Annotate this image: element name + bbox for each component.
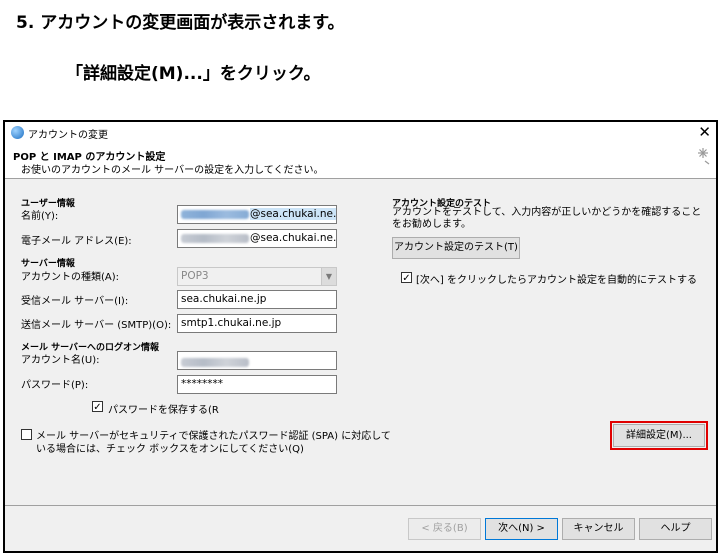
header-divider	[5, 178, 716, 179]
close-icon[interactable]: ✕	[698, 122, 711, 142]
auto-test-label: [次へ] をクリックしたらアカウント設定を自動的にテストする	[416, 275, 697, 286]
email-input[interactable]: @sea.chukai.ne.jp	[177, 229, 337, 248]
name-label: 名前(Y):	[21, 211, 59, 222]
spa-label-line2: いる場合には、チェック ボックスをオンにしてください(Q)	[36, 444, 304, 455]
save-password-checkbox[interactable]: ✓	[92, 401, 103, 413]
name-value: @sea.chukai.ne.jp	[250, 208, 336, 220]
incoming-server-input[interactable]: sea.chukai.ne.jp	[177, 290, 337, 309]
outgoing-server-label: 送信メール サーバー (SMTP)(O):	[21, 320, 172, 331]
incoming-server-label: 受信メール サーバー(I):	[21, 296, 129, 307]
redacted-username	[181, 233, 249, 243]
account-name-input[interactable]	[177, 351, 337, 370]
account-type-value: POP3	[181, 270, 209, 282]
header-subtitle: お使いのアカウントのメール サーバーの設定を入力してください。	[21, 165, 324, 176]
checkmark-icon: ✓	[402, 273, 411, 284]
account-type-label: アカウントの種類(A):	[21, 272, 120, 283]
account-name-label: アカウント名(U):	[21, 355, 100, 366]
help-button[interactable]: ヘルプ	[639, 518, 712, 540]
instruction-text: 「詳細設定(M)...」をクリック。	[66, 64, 321, 84]
email-label: 電子メール アドレス(E):	[21, 236, 132, 247]
back-button: < 戻る(B)	[408, 518, 481, 540]
password-label: パスワード(P):	[21, 380, 89, 391]
email-value: @sea.chukai.ne.jp	[250, 232, 337, 244]
test-account-button[interactable]: アカウント設定のテスト(T)	[392, 237, 520, 259]
dialog-header: POP と IMAP のアカウント設定 お使いのアカウントのメール サーバーの設…	[5, 144, 716, 178]
sparkle-icon	[698, 148, 710, 165]
checkmark-icon: ✓	[93, 402, 102, 413]
redacted-account-name	[181, 357, 249, 367]
highlight-box	[610, 421, 708, 450]
save-password-label: パスワードを保存する(R	[108, 405, 219, 416]
outgoing-server-input[interactable]: smtp1.chukai.ne.jp	[177, 314, 337, 333]
test-description: アカウントをテストして、入力内容が正しいかどうかを確認することをお勧めします。	[392, 207, 702, 230]
cancel-button[interactable]: キャンセル	[562, 518, 635, 540]
auto-test-checkbox[interactable]: ✓	[401, 272, 412, 284]
footer-divider	[5, 505, 716, 506]
account-change-dialog: アカウントの変更 ✕ POP と IMAP のアカウント設定 お使いのアカウント…	[3, 120, 718, 553]
redacted-username	[181, 209, 249, 219]
password-input[interactable]: ********	[177, 375, 337, 394]
spa-checkbox[interactable]	[21, 429, 32, 440]
window-title: アカウントの変更	[28, 130, 108, 141]
account-type-select: POP3 ▼	[177, 267, 337, 286]
next-button[interactable]: 次へ(N) >	[485, 518, 558, 540]
app-globe-icon	[11, 126, 24, 139]
title-bar: アカウントの変更 ✕	[5, 122, 716, 144]
chevron-down-icon: ▼	[321, 268, 336, 285]
step-heading: 5. アカウントの変更画面が表示されます。	[16, 13, 345, 33]
name-input[interactable]: @sea.chukai.ne.jp	[177, 205, 337, 224]
